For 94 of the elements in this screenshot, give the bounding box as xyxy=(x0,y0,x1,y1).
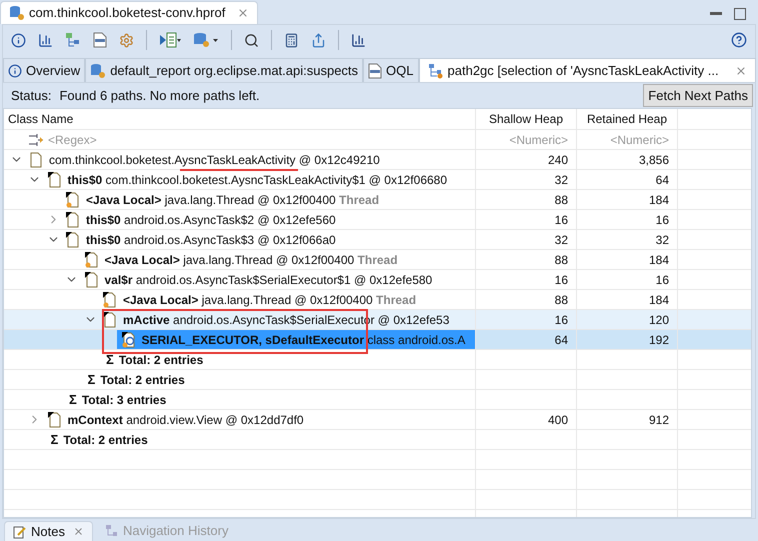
retained-heap-cell: 16 xyxy=(577,270,678,289)
close-icon[interactable] xyxy=(734,64,747,76)
class-name-text: this$0 android.os.AsyncTask$3 @ 0x12f066a0 xyxy=(86,232,336,248)
shallow-heap-cell: 400 xyxy=(476,410,577,429)
sigma-symbol: Σ xyxy=(50,432,58,448)
class-name-text: mContext android.view.View @ 0x12dd7df0 xyxy=(68,412,304,428)
sigma-symbol: Σ xyxy=(69,392,77,408)
editor-tab-title: com.thinkcool.boketest-conv.hprof xyxy=(29,4,226,22)
file-icon xyxy=(102,312,118,328)
retained-heap-cell: 32 xyxy=(577,230,678,249)
file-icon xyxy=(46,172,62,188)
sigma-symbol: Σ xyxy=(106,352,114,368)
close-icon[interactable] xyxy=(72,526,84,537)
maximize-icon[interactable] xyxy=(734,8,746,20)
shallow-heap-cell: 16 xyxy=(476,210,577,229)
list-run-icon[interactable] xyxy=(159,32,181,48)
class-name-text: <Java Local> java.lang.Thread @ 0x12f00400 Thread xyxy=(123,292,416,308)
editor-subtab[interactable]: default_report org.eclipse.mat.api:suspects xyxy=(85,58,364,82)
total-label: Total: 2 entries xyxy=(100,372,185,388)
class-name-text: <Java Local> java.lang.Thread @ 0x12f00400 Thread xyxy=(104,252,398,268)
shallow-heap-cell: 16 xyxy=(476,270,577,289)
view-tab[interactable]: Notes xyxy=(4,521,93,541)
shallow-heap-cell: 88 xyxy=(476,190,577,209)
total-label: Total: 2 entries xyxy=(118,352,204,368)
sigma-symbol: Σ xyxy=(88,372,96,388)
retained-heap-cell: 3,856 xyxy=(577,150,678,169)
class-name-text: <Java Local> java.lang.Thread @ 0x12f00400 Thread xyxy=(86,192,380,208)
fetch-next-paths-button[interactable]: Fetch Next Paths xyxy=(643,84,753,107)
bar-chart-icon[interactable] xyxy=(38,32,53,48)
total-label: Total: 3 entries xyxy=(82,392,166,408)
shallow-heap-cell: 16 xyxy=(476,310,577,329)
status-text: Found 6 paths. No more paths left. xyxy=(59,86,260,105)
retained-heap-cell: 184 xyxy=(577,290,678,309)
retained-heap-cell: 16 xyxy=(577,210,678,229)
info-icon xyxy=(8,64,22,78)
document-icon xyxy=(368,62,382,78)
retained-heap-cell: 192 xyxy=(577,330,678,349)
shallow-heap-cell: 88 xyxy=(476,250,577,269)
shallow-heap-cell: 88 xyxy=(476,290,577,309)
tree-icon[interactable] xyxy=(65,32,81,48)
tree-row[interactable]: this$0 android.os.AsyncTask$3 @ 0x12f066a0 32 32 xyxy=(4,230,751,250)
bar-chart-icon[interactable] xyxy=(351,32,366,48)
tree-row[interactable]: this$0 com.thinkcool.boketest.AysncTaskLeakActivity$1 @ 0x12f06680 32 64 xyxy=(4,170,751,190)
class-name-text: SERIAL_EXECUTOR, sDefaultExecutor class android.os.A xyxy=(142,332,466,348)
column-header[interactable]: Class Name xyxy=(4,109,476,129)
tree-row[interactable]: <Java Local> java.lang.Thread @ 0x12f00400 Thread 88 184 xyxy=(4,190,751,210)
tree-row[interactable]: val$r android.os.AsyncTask$SerialExecutor$1 @ 0x12efe580 16 16 xyxy=(4,270,751,290)
shallow-heap-cell: 32 xyxy=(476,170,577,189)
file-icon xyxy=(65,212,81,228)
tree-row[interactable]: <Java Local> java.lang.Thread @ 0x12f00400 Thread 88 184 xyxy=(4,250,751,270)
shallow-heap-cell: 240 xyxy=(476,150,577,169)
file-icon xyxy=(28,152,44,168)
file-icon xyxy=(65,232,81,248)
help-icon[interactable] xyxy=(731,32,747,48)
editor-subtab[interactable]: Overview xyxy=(3,58,86,82)
tree-row[interactable]: com.thinkcool.boketest.AysncTaskLeakActivity @ 0x12c49210 240 3,856 xyxy=(4,150,751,170)
retained-heap-cell: 64 xyxy=(577,170,678,189)
document-icon[interactable] xyxy=(93,32,107,48)
class-name-text: val$r android.os.AsyncTask$SerialExecutor$1 @ 0x12efe580 xyxy=(104,272,432,288)
column-header[interactable]: Retained Heap xyxy=(577,109,678,129)
status-label: Status: xyxy=(11,86,52,105)
tree-row[interactable]: this$0 android.os.AsyncTask$2 @ 0x12efe560 16 16 xyxy=(4,210,751,230)
editor-subtab[interactable]: path2gc [selection of 'AysncTaskLeakActivity ... xyxy=(418,58,756,82)
retained-heap-cell: 184 xyxy=(577,250,678,269)
retained-heap-cell: 912 xyxy=(577,410,678,429)
file-icon xyxy=(84,252,100,268)
column-header[interactable]: Shallow Heap xyxy=(476,109,577,129)
retained-heap-cell: 184 xyxy=(577,190,678,209)
tree-row[interactable]: mContext android.view.View @ 0x12dd7df0 400 912 xyxy=(4,410,751,430)
settings-icon[interactable] xyxy=(119,32,134,48)
file-icon xyxy=(46,412,62,428)
class-name-text: this$0 com.thinkcool.boketest.AysncTaskLeakActivity$1 @ 0x12f06680 xyxy=(68,172,448,188)
class-name-text: this$0 android.os.AsyncTask$2 @ 0x12efe560 xyxy=(86,212,336,228)
search-icon[interactable] xyxy=(244,32,259,48)
filter-icon xyxy=(28,132,44,146)
editor-tab[interactable]: com.thinkcool.boketest-conv.hprof xyxy=(0,1,258,24)
info-icon[interactable] xyxy=(11,32,26,48)
total-label: Total: 2 entries xyxy=(63,432,148,448)
tree-icon xyxy=(104,524,119,538)
retained-heap-cell: 120 xyxy=(577,310,678,329)
editor-subtab[interactable]: OQL xyxy=(363,58,419,82)
shallow-heap-cell: 64 xyxy=(476,330,577,349)
class-name-text: com.thinkcool.boketest.AysncTaskLeakActivity @ 0x12c49210 xyxy=(49,152,380,168)
tree-row[interactable]: SERIAL_EXECUTOR, sDefaultExecutor class android.os.A 64 192 xyxy=(4,330,751,350)
tree-icon xyxy=(428,62,444,78)
export-icon[interactable] xyxy=(311,32,326,48)
file-icon xyxy=(102,292,118,308)
class-file-icon xyxy=(120,332,136,348)
close-icon[interactable] xyxy=(237,7,250,19)
calculator-icon[interactable] xyxy=(284,32,299,48)
note-pencil-icon xyxy=(13,524,27,538)
shallow-heap-cell: 32 xyxy=(476,230,577,249)
file-icon xyxy=(84,272,100,288)
file-icon xyxy=(65,192,81,208)
